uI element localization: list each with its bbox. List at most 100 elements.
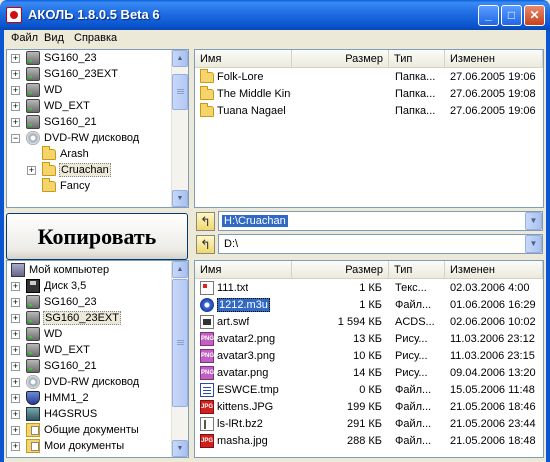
expand-icon[interactable]: + (11, 394, 20, 403)
column-header[interactable]: Изменен (445, 261, 543, 279)
file-row[interactable]: The Middle Kingdom Папка... 27.06.2005 19:… (195, 86, 541, 103)
tree-item[interactable]: + SG160_21 (7, 114, 170, 130)
tree-item-label: SG160_23 (44, 52, 97, 64)
dest-path-combo[interactable]: D:\ ▼ (218, 234, 543, 254)
column-header[interactable]: Имя (195, 261, 292, 279)
expand-icon[interactable]: + (11, 330, 20, 339)
expand-icon[interactable]: + (11, 314, 20, 323)
tmp-file-icon (200, 383, 214, 397)
column-header[interactable]: Имя (195, 50, 292, 68)
tree-item[interactable]: + SG160_23EXT (7, 310, 170, 326)
file-row[interactable]: 111.txt 1 КБ Текс... 02.03.2006 4:00 (195, 280, 541, 297)
collapse-icon[interactable]: − (11, 134, 20, 143)
column-header[interactable]: Изменен (445, 50, 543, 68)
expand-icon[interactable]: + (11, 70, 20, 79)
png-file-icon: PNG (200, 332, 214, 346)
tree-item[interactable]: + WD (7, 82, 170, 98)
tree-item[interactable]: + SG160_23 (7, 50, 170, 66)
column-header[interactable]: Размер (292, 50, 389, 68)
file-row[interactable]: ls-lRt.bz2 291 КБ Файл... 21.05.2006 23:44 (195, 416, 541, 433)
tree-item[interactable]: + HMM1_2 (7, 390, 170, 406)
expand-icon[interactable]: + (11, 442, 20, 451)
expand-icon[interactable]: + (11, 410, 20, 419)
source-tree-scrollbar[interactable]: ▲ ▼ (171, 50, 188, 207)
file-row[interactable]: PNG avatar.png 14 КБ Рису... 09.04.2006 13:2… (195, 365, 541, 382)
expand-icon[interactable]: + (11, 118, 20, 127)
file-row[interactable]: PNG avatar2.png 13 КБ Рису... 11.03.2006 23:… (195, 331, 541, 348)
dest-path-up-icon[interactable] (196, 235, 215, 254)
file-row[interactable]: JPG kittens.JPG 199 КБ Файл... 21.05.2006 18… (195, 399, 541, 416)
close-button[interactable]: ✕ (524, 5, 545, 26)
tree-item[interactable]: Arash (7, 146, 170, 162)
tree-item-label: Мои документы (44, 440, 125, 452)
maximize-button[interactable]: □ (501, 5, 522, 26)
file-row[interactable]: ESWCE.tmp 0 КБ Файл... 15.05.2006 11:48 (195, 382, 541, 399)
file-size: 1 594 КБ (337, 316, 382, 328)
chevron-down-icon[interactable]: ▼ (525, 235, 542, 253)
tree-item[interactable]: + SG160_21 (7, 358, 170, 374)
scroll-down-arrow-icon[interactable]: ▼ (172, 190, 188, 207)
tree-item[interactable]: + SG160_23 (7, 294, 170, 310)
file-row[interactable]: 1212.m3u 1 КБ Файл... 01.06.2006 16:29 (195, 297, 541, 314)
tree-item[interactable]: Fancy (7, 178, 170, 194)
file-row[interactable]: PNG avatar3.png 10 КБ Рису... 11.03.2006 23:… (195, 348, 541, 365)
dest-file-list[interactable]: Имя Размер Тип Изменен 111.txt 1 КБ Текс... 02… (194, 260, 544, 458)
expand-icon[interactable]: + (11, 378, 20, 387)
menu-help[interactable]: Справка (74, 32, 117, 44)
scroll-up-arrow-icon[interactable]: ▲ (172, 261, 188, 278)
expand-icon[interactable]: + (11, 346, 20, 355)
dest-folder-tree[interactable]: ▲ ▼ Мой компьютер + Диск 3,5 + SG160_23 + SG16… (6, 260, 189, 458)
tree-item[interactable]: + H4GSRUS (7, 406, 170, 422)
menu-view[interactable]: Вид (44, 32, 64, 44)
tree-item-label: Fancy (60, 180, 90, 192)
tree-item[interactable]: + Мои документы (7, 438, 170, 454)
column-header[interactable]: Тип (389, 261, 445, 279)
source-folder-tree[interactable]: ▲ ▼ + SG160_23 + SG160_23EXT + WD + WD_EXT + SG16… (6, 49, 189, 208)
app-icon[interactable] (6, 7, 22, 23)
tree-item[interactable]: + DVD-RW дисковод (7, 374, 170, 390)
file-row[interactable]: Tuana Nagael Папка... 27.06.2005 19:06 (195, 103, 541, 120)
cd-icon (26, 131, 40, 145)
shared-docs-icon (26, 439, 40, 453)
file-type: Текс... (395, 282, 427, 294)
tree-item[interactable]: + SG160_23EXT (7, 66, 170, 82)
column-header[interactable]: Тип (389, 50, 445, 68)
expand-icon[interactable]: + (11, 54, 20, 63)
minimize-button[interactable]: _ (478, 5, 499, 26)
expand-icon[interactable]: + (11, 298, 20, 307)
expand-icon[interactable]: + (27, 166, 36, 175)
scroll-up-arrow-icon[interactable]: ▲ (172, 50, 188, 67)
tree-item[interactable]: + WD_EXT (7, 342, 170, 358)
source-file-list[interactable]: Имя Размер Тип Изменен Folk-Lore Папка... 27.… (194, 49, 544, 208)
tree-item[interactable]: + Общие документы (7, 422, 170, 438)
file-row[interactable]: Folk-Lore Папка... 27.06.2005 19:06 (195, 69, 541, 86)
expand-icon[interactable]: + (11, 86, 20, 95)
scroll-thumb[interactable] (172, 279, 188, 407)
column-header[interactable]: Размер (292, 261, 389, 279)
file-name: avatar3.png (217, 350, 276, 362)
expand-icon[interactable]: + (11, 426, 20, 435)
scroll-thumb[interactable] (172, 74, 188, 110)
expand-icon[interactable]: + (11, 282, 20, 291)
file-name: avatar2.png (217, 333, 276, 345)
copy-button[interactable]: Копировать (6, 213, 188, 260)
file-row[interactable]: JPG masha.jpg 288 КБ Файл... 21.05.2006 18:4… (195, 433, 541, 450)
file-modified: 27.06.2005 19:08 (450, 88, 536, 100)
tree-item[interactable]: + WD (7, 326, 170, 342)
file-type: Файл... (395, 401, 432, 413)
source-path-up-icon[interactable] (196, 212, 215, 231)
expand-icon[interactable]: + (11, 362, 20, 371)
expand-icon[interactable]: + (11, 102, 20, 111)
file-row[interactable]: art.swf 1 594 КБ ACDS... 02.06.2006 10:02 (195, 314, 541, 331)
tree-item[interactable]: − DVD-RW дисковод (7, 130, 170, 146)
tree-item[interactable]: + WD_EXT (7, 98, 170, 114)
chevron-down-icon[interactable]: ▼ (525, 212, 542, 230)
tree-item[interactable]: + Диск 3,5 (7, 278, 170, 294)
menu-file[interactable]: Файл (11, 32, 38, 44)
tree-item[interactable]: Мой компьютер (7, 262, 170, 278)
dest-tree-scrollbar[interactable]: ▲ ▼ (171, 261, 188, 457)
source-path-combo[interactable]: H:\Cruachan ▼ (218, 211, 543, 231)
tree-item[interactable]: + Cruachan (7, 162, 170, 178)
scroll-down-arrow-icon[interactable]: ▼ (172, 440, 188, 457)
title-bar[interactable]: АКОЛЬ 1.8.0.5 Beta 6 _ □ ✕ (0, 0, 550, 30)
